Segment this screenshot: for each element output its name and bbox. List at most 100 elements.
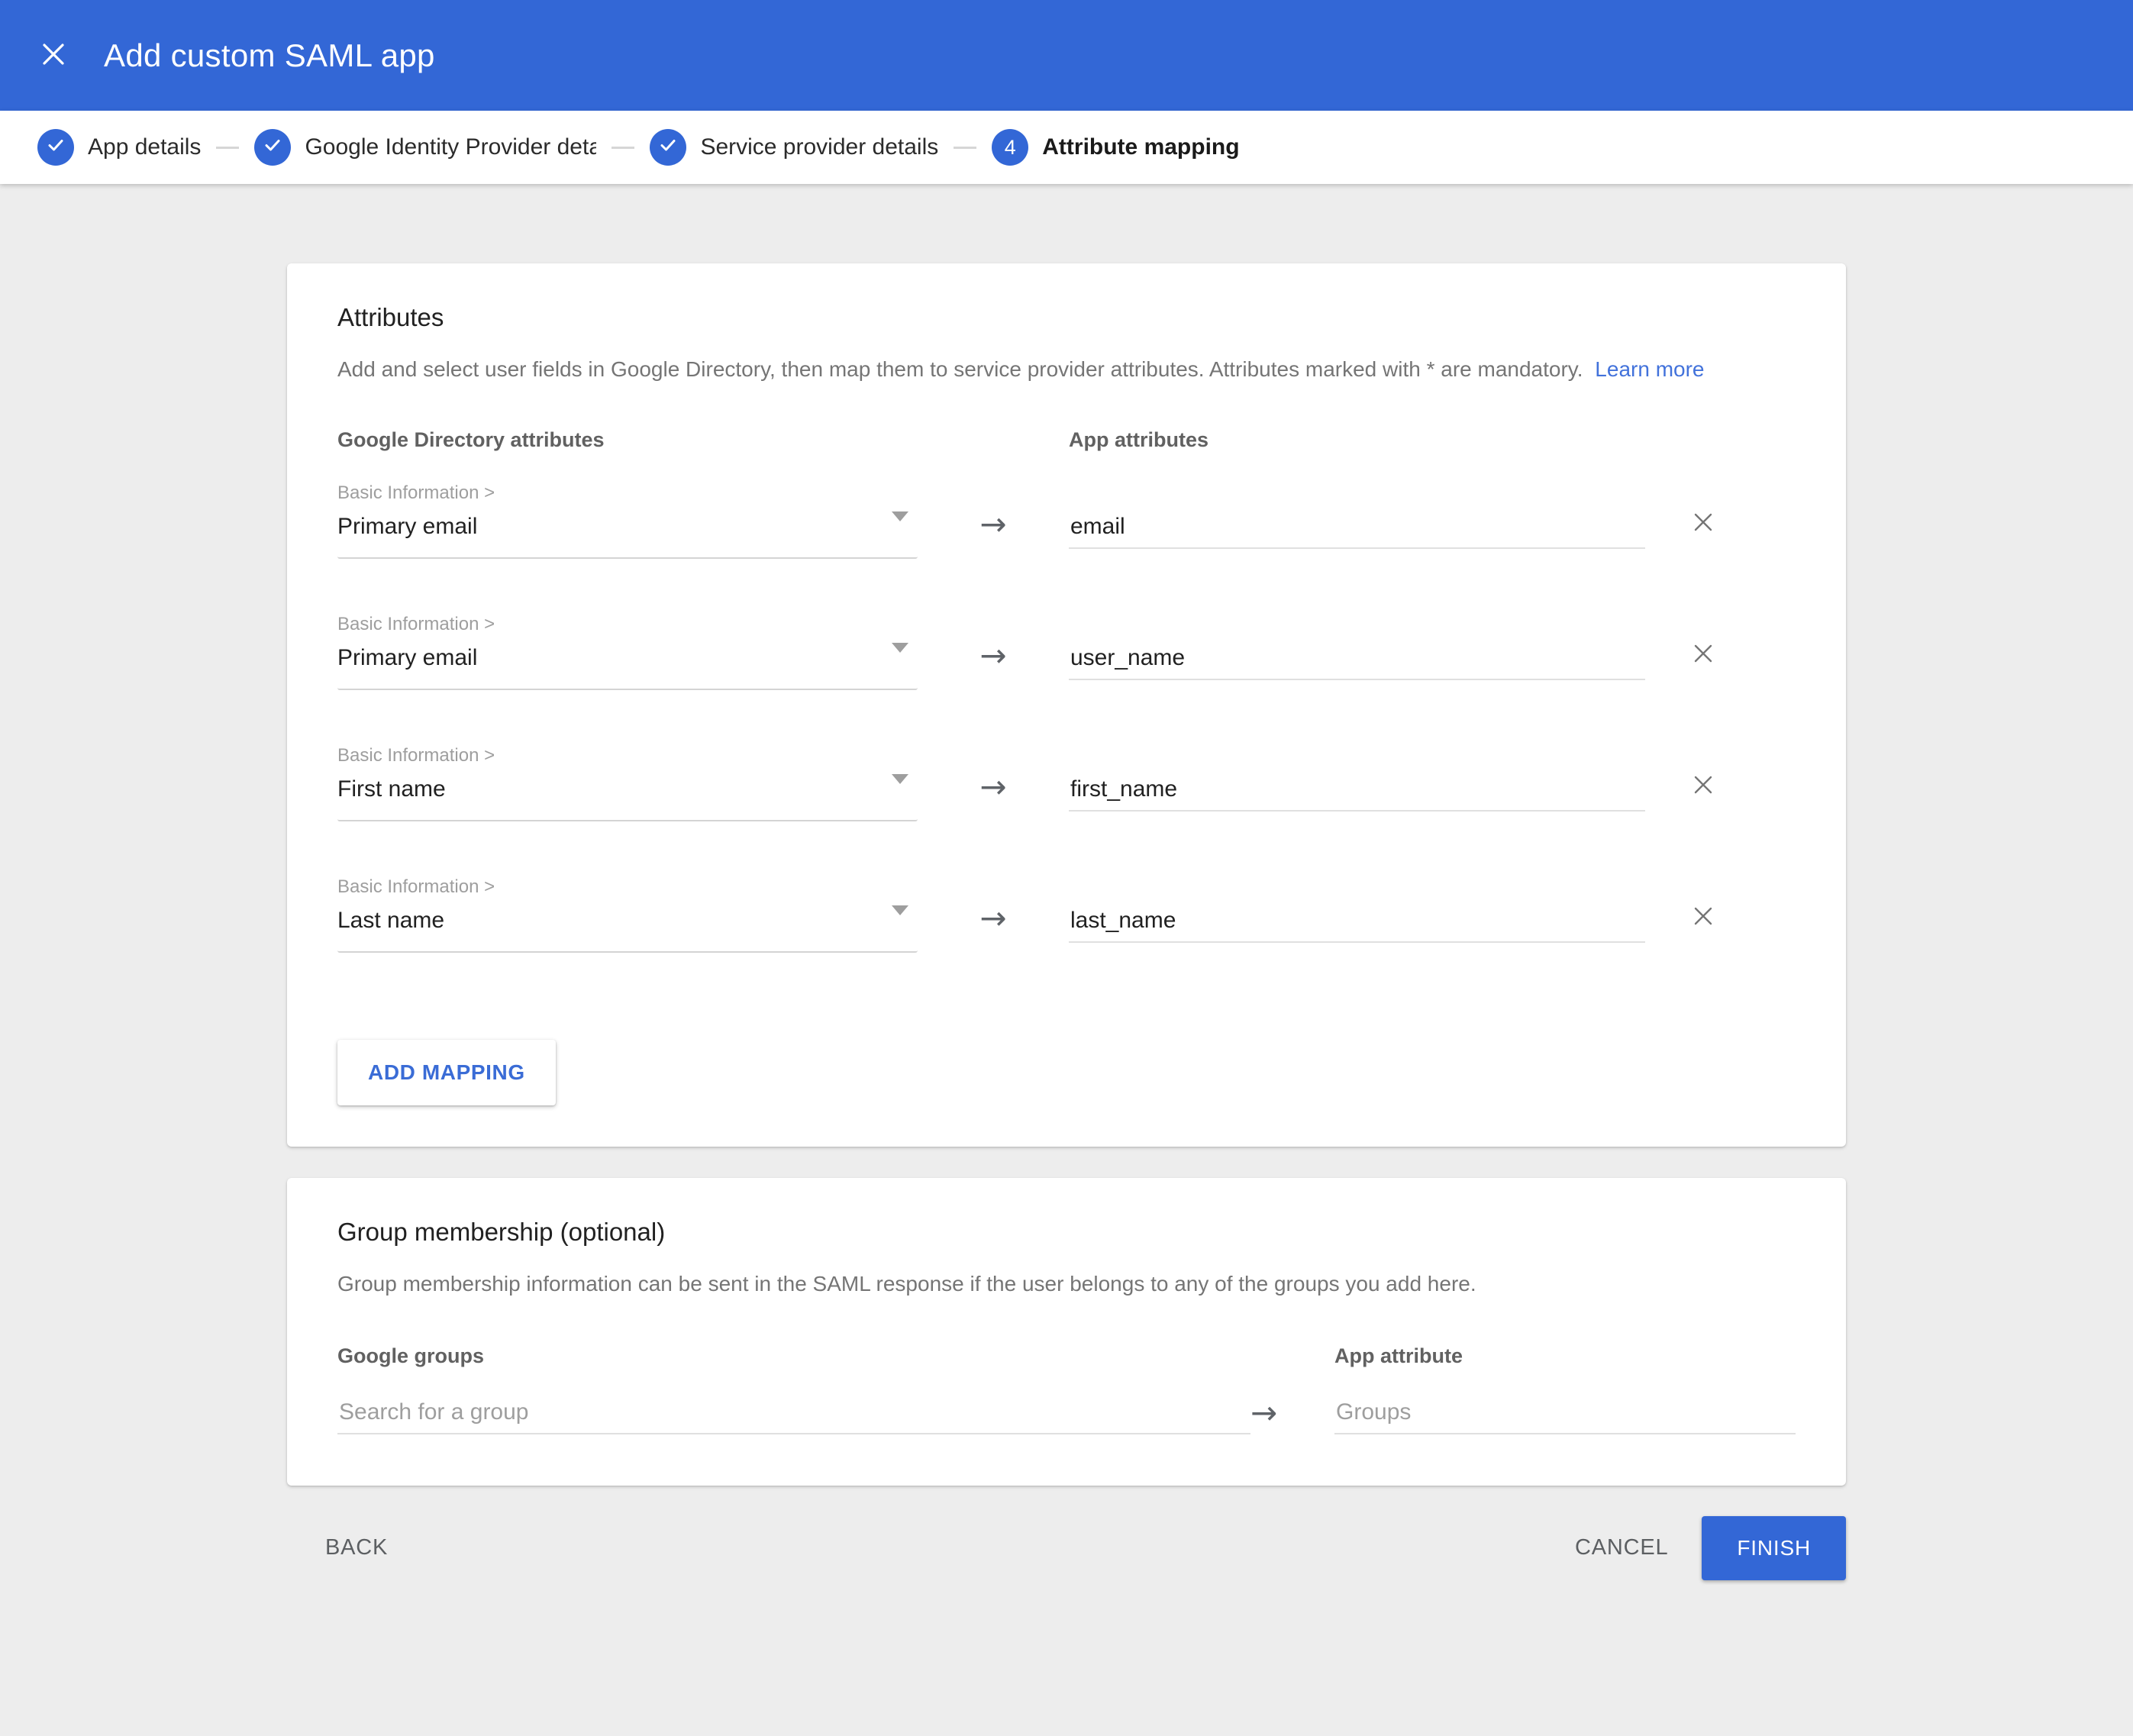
column-spacer [1250, 1344, 1334, 1368]
step-connector [954, 147, 976, 149]
step-google-idp-details[interactable]: Google Identity Provider details [254, 129, 596, 166]
arrow-right-icon: → [1250, 1397, 1277, 1429]
close-button[interactable] [37, 39, 70, 73]
dialog-header: Add custom SAML app [0, 0, 2133, 111]
column-spacer [918, 428, 1069, 452]
app-attribute-input[interactable] [1069, 908, 1645, 943]
app-attributes-header: App attributes [1069, 428, 1645, 452]
add-mapping-button[interactable]: ADD MAPPING [337, 1040, 556, 1105]
mapping-arrow-cell: → [918, 640, 1069, 690]
learn-more-link[interactable]: Learn more [1595, 357, 1704, 381]
attribute-category-label: Basic Information > [337, 482, 918, 504]
group-column-headers: Google groups App attribute [337, 1344, 1796, 1368]
step-label: Service provider details [700, 134, 938, 160]
step-attribute-mapping[interactable]: 4 Attribute mapping [992, 129, 1239, 166]
app-attribute-cell [1069, 645, 1645, 690]
remove-cell [1645, 771, 1796, 821]
close-icon [39, 40, 68, 71]
app-attribute-cell [1069, 776, 1645, 821]
remove-cell [1645, 508, 1796, 559]
app-attribute-input[interactable] [1069, 645, 1645, 680]
app-attribute-header: App attribute [1334, 1344, 1796, 1368]
remove-cell [1645, 902, 1796, 953]
group-mapping-row: → [337, 1397, 1796, 1444]
step-complete-check-circle [37, 129, 74, 166]
directory-attribute-value: Last name [337, 908, 918, 934]
group-search-cell [337, 1399, 1250, 1444]
arrow-right-icon: → [979, 771, 1006, 803]
groups-attribute-cell [1334, 1399, 1796, 1444]
page-title: Add custom SAML app [104, 37, 435, 74]
close-icon [1689, 508, 1717, 538]
step-app-details[interactable]: App details [37, 129, 201, 166]
remove-mapping-button[interactable] [1688, 771, 1718, 802]
close-icon [1689, 902, 1717, 932]
directory-attribute-select[interactable]: Basic Information > First name [337, 745, 918, 821]
remove-mapping-button[interactable] [1688, 508, 1718, 539]
arrow-right-icon: → [979, 902, 1006, 934]
directory-attribute-value: Primary email [337, 514, 918, 540]
attribute-category-label: Basic Information > [337, 614, 918, 635]
arrow-right-icon: → [979, 508, 1006, 540]
groups-attribute-input[interactable] [1334, 1399, 1796, 1434]
wizard-stepper: App details Google Identity Provider det… [0, 111, 2133, 184]
step-number: 4 [1005, 136, 1016, 160]
remove-cell [1645, 640, 1796, 690]
check-icon [262, 134, 283, 161]
group-search-input[interactable] [337, 1399, 1250, 1434]
google-directory-attributes-header: Google Directory attributes [337, 428, 918, 452]
mapping-arrow-cell: → [918, 508, 1069, 559]
cancel-button[interactable]: CANCEL [1575, 1535, 1668, 1560]
mapping-column-headers: Google Directory attributes App attribut… [337, 428, 1796, 452]
back-button[interactable]: BACK [325, 1535, 388, 1560]
group-card-description: Group membership information can be sent… [337, 1270, 1796, 1299]
app-attribute-cell [1069, 514, 1645, 559]
mapping-row: Basic Information > Primary email → [337, 614, 1796, 690]
close-icon [1689, 640, 1717, 670]
directory-attribute-select[interactable]: Basic Information > Primary email [337, 614, 918, 690]
directory-attribute-value: First name [337, 776, 918, 802]
remove-mapping-button[interactable] [1688, 902, 1718, 933]
page-content: Attributes Add and select user fields in… [0, 184, 2133, 1580]
mapping-arrow-cell: → [918, 902, 1069, 953]
group-card-title: Group membership (optional) [337, 1218, 1796, 1247]
check-icon [45, 134, 66, 161]
mapping-arrow-cell: → [918, 771, 1069, 821]
group-arrow-cell: → [1250, 1397, 1334, 1444]
mapping-row: Basic Information > Last name → [337, 876, 1796, 953]
attributes-card-title: Attributes [337, 303, 1796, 332]
dropdown-caret-icon [892, 774, 908, 784]
step-service-provider-details[interactable]: Service provider details [650, 129, 938, 166]
remove-mapping-button[interactable] [1688, 640, 1718, 670]
attributes-card-description: Add and select user fields in Google Dir… [337, 355, 1796, 384]
attributes-card: Attributes Add and select user fields in… [287, 263, 1846, 1147]
step-connector [612, 147, 634, 149]
step-complete-check-circle [254, 129, 291, 166]
app-attribute-input[interactable] [1069, 776, 1645, 812]
step-label: App details [88, 134, 201, 160]
footer-actions: BACK CANCEL FINISH [287, 1516, 1846, 1580]
directory-attribute-select[interactable]: Basic Information > Primary email [337, 482, 918, 559]
step-connector [216, 147, 239, 149]
step-number-circle: 4 [992, 129, 1028, 166]
arrow-right-icon: → [979, 640, 1006, 672]
group-membership-card: Group membership (optional) Group member… [287, 1178, 1846, 1486]
step-label: Google Identity Provider details [305, 134, 596, 160]
step-label: Attribute mapping [1042, 134, 1239, 160]
mapping-row: Basic Information > First name → [337, 745, 1796, 821]
directory-attribute-select[interactable]: Basic Information > Last name [337, 876, 918, 953]
dropdown-caret-icon [892, 643, 908, 653]
google-groups-header: Google groups [337, 1344, 1250, 1368]
attribute-category-label: Basic Information > [337, 745, 918, 766]
close-icon [1689, 771, 1717, 801]
app-attribute-input[interactable] [1069, 514, 1645, 549]
attribute-category-label: Basic Information > [337, 876, 918, 898]
directory-attribute-value: Primary email [337, 645, 918, 671]
step-complete-check-circle [650, 129, 686, 166]
mapping-row: Basic Information > Primary email → [337, 482, 1796, 559]
description-text: Add and select user fields in Google Dir… [337, 357, 1583, 381]
app-attribute-cell [1069, 908, 1645, 953]
check-icon [657, 134, 679, 161]
dropdown-caret-icon [892, 511, 908, 521]
finish-button[interactable]: FINISH [1702, 1516, 1846, 1580]
